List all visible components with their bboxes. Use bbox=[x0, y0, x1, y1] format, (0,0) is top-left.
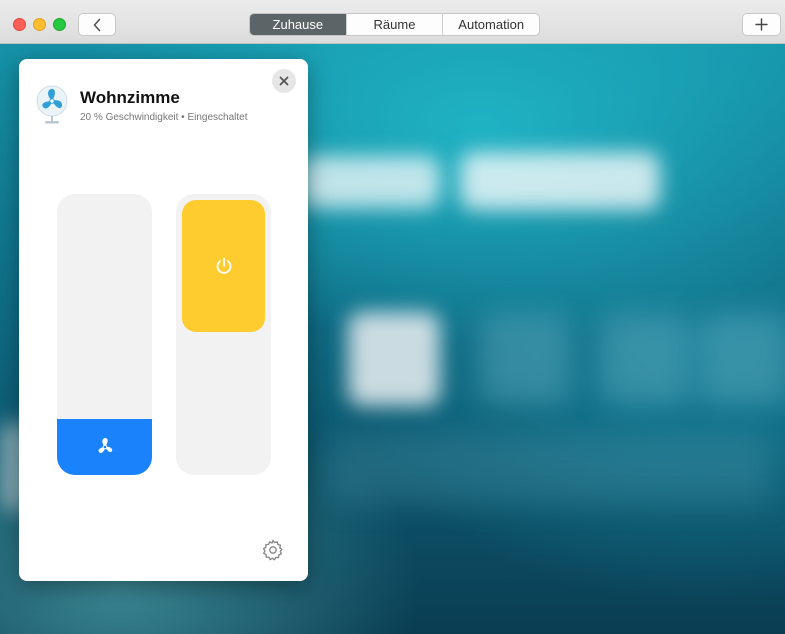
blurred-tile bbox=[700, 314, 785, 404]
chevron-left-icon bbox=[93, 18, 101, 31]
fan-speed-fill bbox=[57, 418, 152, 475]
plus-icon bbox=[755, 18, 768, 31]
power-on-state bbox=[182, 200, 265, 332]
blurred-tile bbox=[348, 312, 440, 406]
accessory-name: Wohnzimme bbox=[80, 88, 180, 107]
fan-icon bbox=[98, 437, 112, 453]
blurred-tile bbox=[330, 434, 770, 504]
add-button[interactable] bbox=[742, 13, 781, 36]
close-button[interactable] bbox=[272, 69, 296, 93]
view-segmented-control: Zuhause Räume Automation bbox=[249, 13, 540, 36]
gear-icon[interactable] bbox=[261, 538, 285, 562]
window-zoom-button[interactable] bbox=[53, 18, 66, 31]
window-close-button[interactable] bbox=[13, 18, 26, 31]
close-icon bbox=[279, 76, 289, 86]
fan-speed-slider[interactable] bbox=[57, 194, 152, 475]
blurred-tile bbox=[480, 314, 570, 404]
power-toggle[interactable] bbox=[176, 194, 271, 475]
tab-automation[interactable]: Automation bbox=[442, 14, 539, 35]
power-icon bbox=[216, 257, 231, 274]
tab-raeume[interactable]: Räume bbox=[345, 14, 443, 35]
accessory-detail-card: Wohnzimme 20 % Geschwindigkeit • Eingesc… bbox=[19, 59, 308, 581]
blurred-tile bbox=[460, 152, 660, 210]
tab-zuhause[interactable]: Zuhause bbox=[250, 14, 346, 35]
window-titlebar: Zuhause Räume Automation bbox=[0, 0, 785, 44]
blurred-tile bbox=[300, 156, 440, 208]
window-minimize-button[interactable] bbox=[33, 18, 46, 31]
fan-icon bbox=[36, 85, 68, 124]
blurred-tile bbox=[600, 314, 690, 404]
back-button[interactable] bbox=[78, 13, 116, 36]
accessory-status: 20 % Geschwindigkeit • Eingeschaltet bbox=[80, 112, 248, 123]
